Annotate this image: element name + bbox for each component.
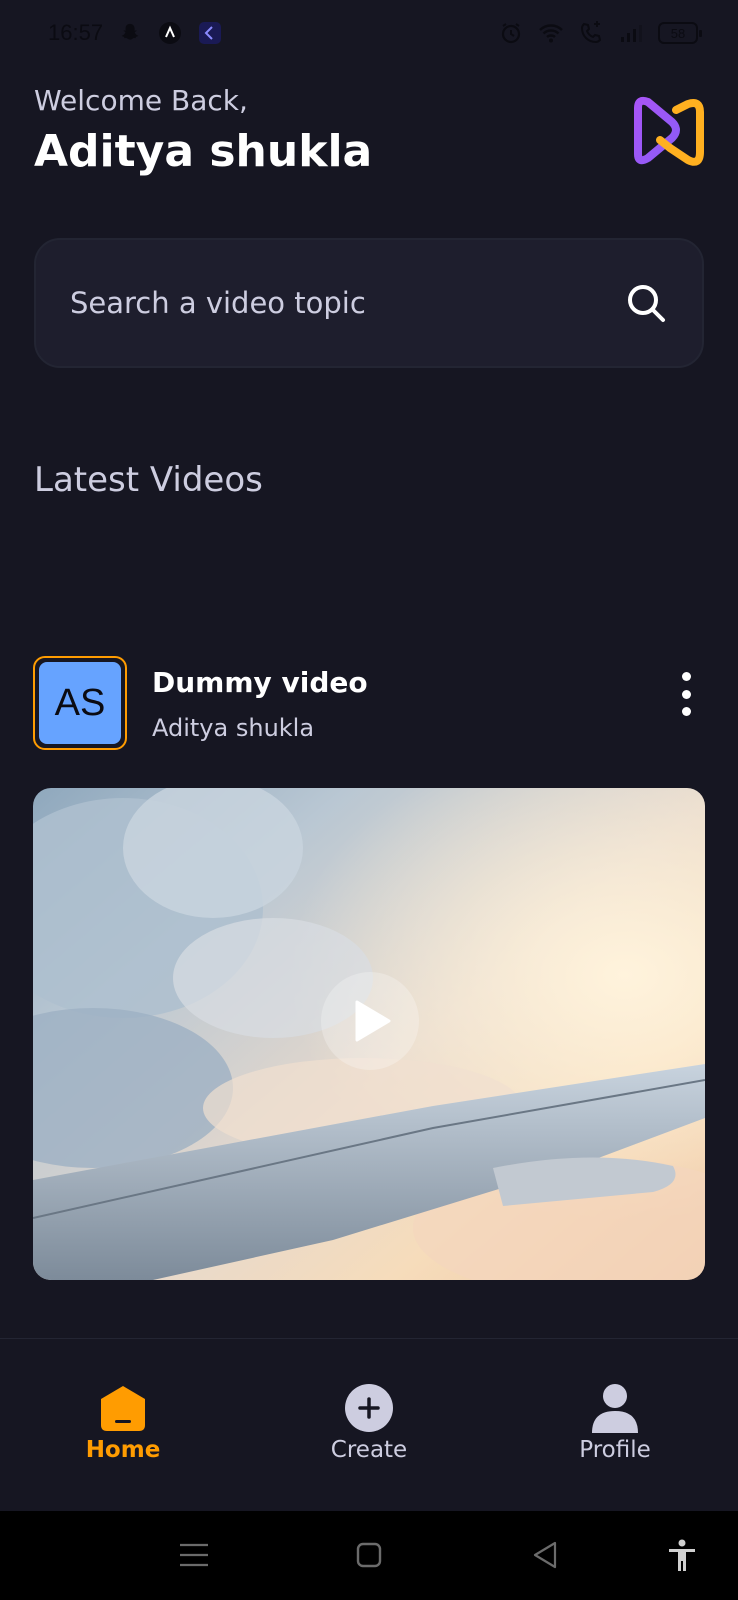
menu-dot: [681, 707, 691, 716]
app-icon-2: [197, 20, 223, 46]
battery-icon: 58: [658, 22, 702, 44]
app-icon: [157, 20, 183, 46]
call-icon: [578, 20, 604, 46]
welcome-text: Welcome Back,: [34, 84, 248, 117]
menu-icon[interactable]: [176, 1537, 212, 1573]
play-icon: [355, 1000, 391, 1042]
search-input[interactable]: [70, 286, 624, 320]
nav-create[interactable]: Create: [289, 1383, 449, 1463]
nav-profile[interactable]: Profile: [535, 1383, 695, 1463]
more-options-icon[interactable]: [674, 672, 698, 716]
status-bar: 16:57 58: [0, 0, 738, 66]
home-icon: [101, 1386, 145, 1431]
menu-dot: [681, 672, 691, 681]
nav-profile-label: Profile: [579, 1437, 651, 1463]
search-bar: [34, 238, 704, 368]
nav-home-label: Home: [85, 1437, 161, 1463]
latest-videos-heading: Latest Videos: [34, 460, 263, 500]
username-heading: Aditya shukla: [34, 126, 373, 177]
nav-create-label: Create: [330, 1437, 408, 1463]
home-button-icon[interactable]: [351, 1537, 387, 1573]
avatar[interactable]: AS: [33, 656, 127, 750]
app-logo-icon: [630, 94, 706, 176]
back-icon[interactable]: [527, 1537, 563, 1573]
video-title[interactable]: Dummy video: [152, 666, 368, 699]
avatar-initials: AS: [39, 662, 121, 744]
snapchat-icon: [117, 20, 143, 46]
wifi-icon: [538, 20, 564, 46]
system-nav-bar: [0, 1511, 738, 1600]
status-right: 58: [498, 20, 702, 46]
accessibility-icon[interactable]: [664, 1537, 700, 1573]
plus-circle-icon: [345, 1384, 393, 1432]
alarm-icon: [498, 20, 524, 46]
profile-icon: [592, 1384, 638, 1433]
search-icon[interactable]: [624, 281, 668, 325]
nav-home[interactable]: Home: [43, 1383, 203, 1463]
status-time: 16:57: [48, 20, 104, 45]
video-thumbnail[interactable]: [33, 788, 705, 1280]
menu-dot: [681, 689, 691, 699]
status-left: 16:57: [48, 20, 223, 46]
video-author: Aditya shukla: [152, 714, 315, 742]
play-button[interactable]: [321, 972, 419, 1070]
signal-icon: [618, 20, 644, 46]
bottom-nav: Home Create Profile: [0, 1339, 738, 1511]
